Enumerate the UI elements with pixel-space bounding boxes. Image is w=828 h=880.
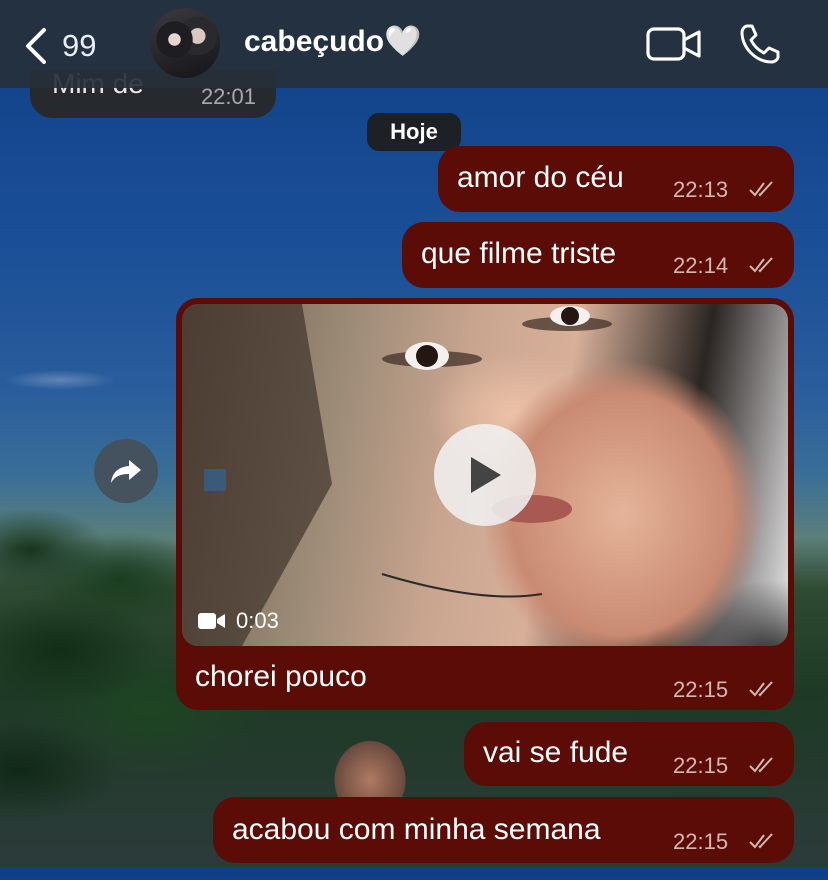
outgoing-message[interactable]: acabou com minha semana 22:15 bbox=[213, 797, 794, 863]
play-button[interactable] bbox=[434, 424, 536, 526]
video-duration: 0:03 bbox=[198, 608, 279, 634]
message-time: 22:15 bbox=[673, 829, 729, 854]
forward-button[interactable] bbox=[94, 439, 158, 503]
message-time: 22:15 bbox=[673, 677, 729, 702]
chat-header: 99 cabeçudo🤍 bbox=[0, 0, 828, 88]
message-time: 22:15 bbox=[673, 753, 729, 778]
forward-icon bbox=[111, 460, 141, 483]
message-text: que filme triste bbox=[421, 237, 617, 270]
message-caption: chorei pouco bbox=[195, 660, 367, 693]
double-check-icon bbox=[749, 833, 773, 849]
video-camera-icon[interactable] bbox=[646, 26, 702, 62]
play-icon bbox=[471, 457, 501, 493]
message-text: acabou com minha semana bbox=[232, 813, 601, 846]
phone-icon[interactable] bbox=[738, 22, 782, 66]
message-time: 22:13 bbox=[673, 177, 729, 202]
wallpaper-cloud bbox=[0, 355, 140, 405]
message-text: vai se fude bbox=[483, 736, 629, 769]
double-check-icon bbox=[749, 257, 773, 273]
outgoing-message[interactable]: que filme triste 22:14 bbox=[402, 222, 794, 288]
contact-avatar[interactable] bbox=[150, 8, 220, 78]
contact-name[interactable]: cabeçudo🤍 bbox=[244, 24, 421, 59]
double-check-icon bbox=[749, 757, 773, 773]
double-check-icon bbox=[749, 681, 773, 697]
outgoing-message[interactable]: amor do céu 22:13 bbox=[438, 146, 794, 212]
outgoing-message[interactable]: vai se fude 22:15 bbox=[464, 722, 794, 786]
date-separator: Hoje bbox=[367, 113, 461, 151]
double-check-icon bbox=[749, 181, 773, 197]
video-duration-text: 0:03 bbox=[236, 608, 279, 633]
message-text: amor do céu bbox=[457, 161, 624, 194]
message-time: 22:14 bbox=[673, 253, 729, 278]
video-camera-icon bbox=[198, 613, 225, 629]
back-button[interactable]: 99 bbox=[22, 26, 96, 66]
unread-count: 99 bbox=[62, 28, 97, 63]
chevron-left-icon bbox=[26, 28, 46, 64]
